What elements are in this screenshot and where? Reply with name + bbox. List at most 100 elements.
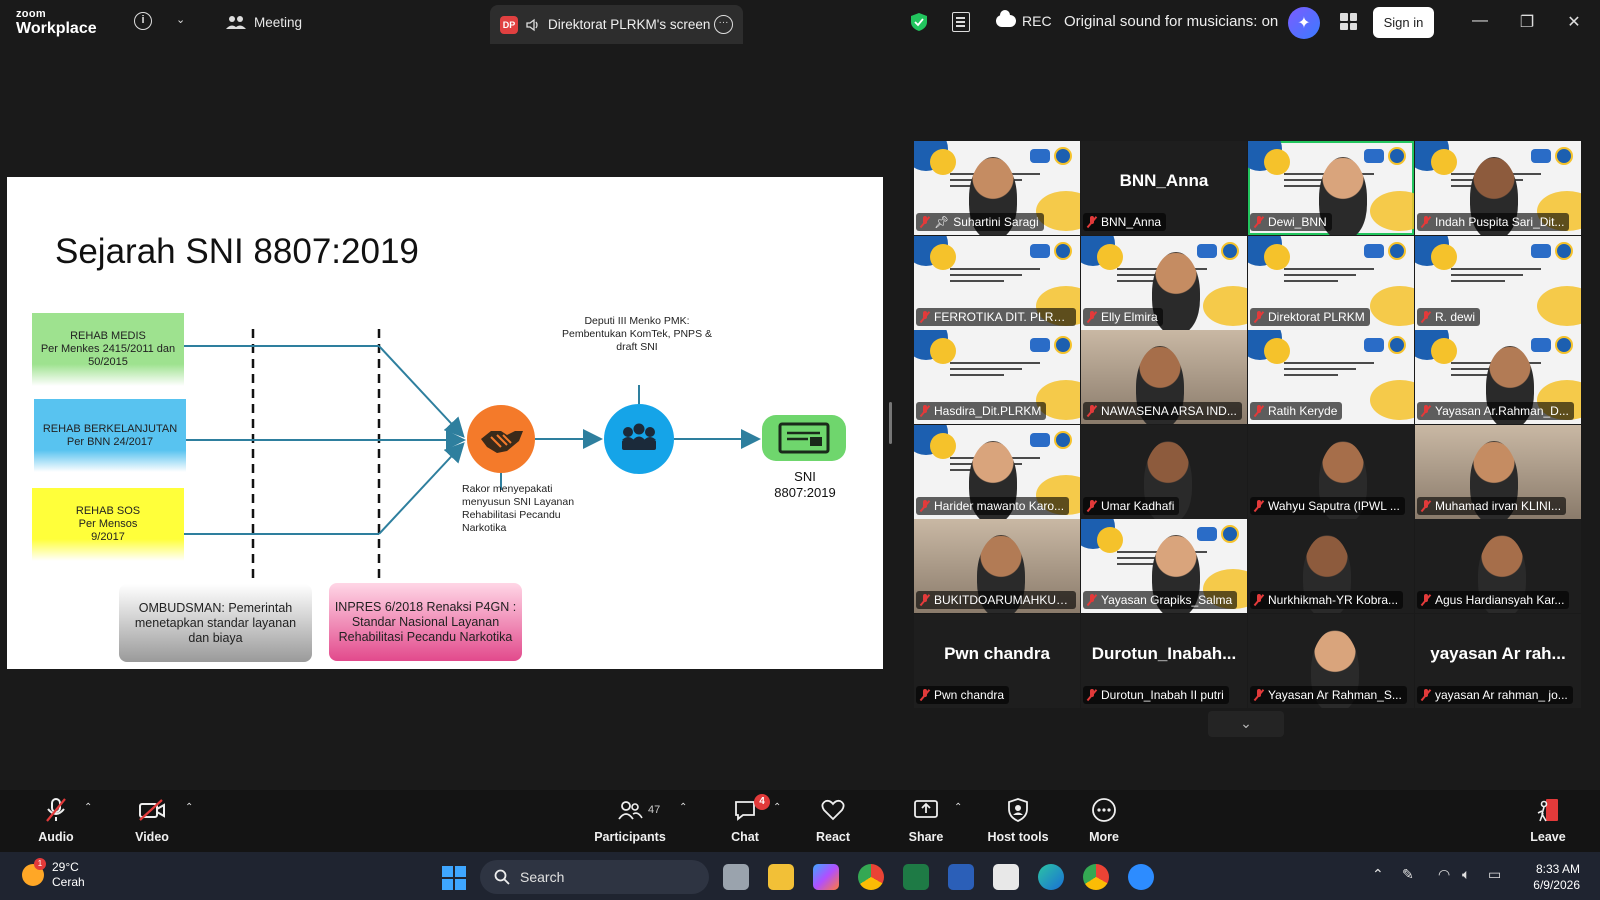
- participant-tile[interactable]: Hasdira_Dit.PLRKM: [914, 330, 1080, 424]
- zoom-logo: zoom Workplace: [16, 9, 97, 37]
- participant-tile[interactable]: Ratih Keryde: [1248, 330, 1414, 424]
- participant-tile[interactable]: Indah Puspita Sari_Dit...: [1415, 141, 1581, 235]
- muted-mic-icon: [921, 688, 929, 701]
- participant-tile[interactable]: Muhamad irvan KLINI...: [1415, 424, 1581, 519]
- notes-icon[interactable]: [952, 12, 970, 32]
- participant-tile[interactable]: 📌︎ Suhartini Saragi: [914, 141, 1080, 235]
- cloud-icon: [996, 10, 1016, 27]
- weather-widget[interactable]: 1 29°C Cerah: [22, 858, 85, 890]
- video-button[interactable]: Video: [128, 796, 176, 844]
- participant-name: Pwn chandra: [934, 687, 1005, 702]
- task-view-icon[interactable]: [723, 864, 749, 890]
- copilot-icon[interactable]: [813, 864, 839, 890]
- chat-button[interactable]: 4 Chat: [728, 794, 770, 844]
- participant-tile[interactable]: NAWASENA ARSA IND...: [1081, 330, 1247, 424]
- share-button[interactable]: Share: [907, 796, 945, 844]
- participant-tile[interactable]: Pwn chandra Pwn chandra: [914, 613, 1080, 708]
- participant-tile[interactable]: Umar Kadhafi: [1081, 424, 1247, 519]
- restore-icon[interactable]: ❐: [1517, 12, 1537, 32]
- participant-tile[interactable]: Elly Elmira: [1081, 235, 1247, 330]
- meeting-group-icon: [604, 404, 674, 474]
- participant-tile[interactable]: Yayasan Ar.Rahman_D...: [1415, 330, 1581, 424]
- participant-tile[interactable]: Agus Hardiansyah Kar...: [1415, 519, 1581, 613]
- participant-tile[interactable]: R. dewi: [1415, 235, 1581, 330]
- participant-tile[interactable]: BNN_Anna BNN_Anna: [1081, 141, 1247, 235]
- minimize-icon[interactable]: —: [1470, 12, 1490, 30]
- participant-name: Indah Puspita Sari_Dit...: [1435, 215, 1565, 229]
- participant-tile[interactable]: Yayasan Grapiks_Salma: [1081, 519, 1247, 613]
- participant-tile[interactable]: Nurkhikmah-YR Kobra...: [1248, 519, 1414, 613]
- system-clock[interactable]: 8:33 AM 6/9/2026: [1510, 861, 1580, 893]
- pin-icon: 📌︎: [934, 215, 950, 229]
- file-explorer-icon[interactable]: [768, 864, 794, 890]
- chrome-profile-icon[interactable]: [1083, 864, 1109, 890]
- volume-icon[interactable]: 🔈︎: [1462, 866, 1470, 883]
- more-options-icon[interactable]: ···: [714, 15, 733, 34]
- participant-tile[interactable]: BUKITDOARUMAHKU_...: [914, 519, 1080, 613]
- view-layout-icon[interactable]: [1340, 13, 1357, 30]
- share-caret-icon[interactable]: ⌃: [954, 802, 962, 813]
- battery-icon[interactable]: ▭: [1488, 866, 1501, 883]
- encryption-shield-icon[interactable]: [910, 12, 928, 32]
- original-sound-status[interactable]: Original sound for musicians: on: [1064, 13, 1278, 30]
- close-icon[interactable]: ✕: [1564, 12, 1584, 32]
- pen-icon[interactable]: ✎: [1402, 866, 1414, 883]
- split-pane-handle[interactable]: [889, 402, 892, 444]
- video-label: Video: [135, 830, 169, 844]
- gallery-scroll-down-icon[interactable]: ⌄: [1208, 711, 1284, 737]
- edge-icon[interactable]: [1038, 864, 1064, 890]
- shared-screen-tab[interactable]: DP Direktorat PLRKM's screen ···: [490, 5, 743, 44]
- muted-mic-icon: [921, 594, 929, 606]
- participant-name: Ratih Keryde: [1268, 404, 1338, 418]
- participant-name: BNN_Anna: [1101, 215, 1162, 229]
- leave-button[interactable]: Leave: [1528, 796, 1568, 844]
- sign-in-button[interactable]: Sign in: [1373, 7, 1434, 38]
- participant-tile[interactable]: Harider mawanto Karo...: [914, 424, 1080, 519]
- participant-tile[interactable]: Dewi_BNN: [1248, 141, 1414, 235]
- ai-companion-icon[interactable]: ✦: [1288, 7, 1320, 39]
- heart-icon: [813, 796, 853, 824]
- word-icon[interactable]: [948, 864, 974, 890]
- audio-options-caret-icon[interactable]: ⌃: [84, 802, 92, 813]
- leave-icon: [1528, 796, 1568, 824]
- store-icon[interactable]: [993, 864, 1019, 890]
- participant-gallery: 📌︎ Suhartini Saragi BNN_Anna BNN_Anna Dewi_B…: [914, 141, 1582, 708]
- muted-mic-icon: [1255, 499, 1263, 512]
- participants-caret-icon[interactable]: ⌃: [679, 802, 687, 813]
- chrome-icon[interactable]: [858, 864, 884, 890]
- muted-mic-icon: [1255, 688, 1263, 701]
- react-label: React: [815, 830, 851, 844]
- participant-name-label: Durotun_Inabah II putri: [1083, 685, 1229, 704]
- chat-caret-icon[interactable]: ⌃: [773, 802, 781, 813]
- chevron-down-icon[interactable]: ⌄: [176, 13, 185, 26]
- taskbar-search[interactable]: Search: [480, 860, 709, 894]
- participant-tile[interactable]: Direktorat PLRKM: [1248, 235, 1414, 330]
- meeting-tab[interactable]: Meeting: [226, 14, 302, 30]
- windows-start-icon[interactable]: [442, 866, 466, 890]
- participant-tile[interactable]: Durotun_Inabah... Durotun_Inabah II putri: [1081, 613, 1247, 708]
- react-button[interactable]: React: [813, 796, 853, 844]
- recording-indicator[interactable]: REC: [996, 10, 1052, 29]
- tray-overflow-icon[interactable]: ⌃: [1372, 866, 1384, 883]
- excel-icon[interactable]: [903, 864, 929, 890]
- audio-button[interactable]: Audio: [36, 796, 76, 844]
- participant-tile[interactable]: Yayasan Ar Rahman_S...: [1248, 613, 1414, 708]
- participant-tile[interactable]: yayasan Ar rah... yayasan Ar rahman_ jo..…: [1415, 613, 1581, 708]
- sni-label: SNI 8807:2019: [774, 469, 836, 500]
- participant-name-label: BUKITDOARUMAHKU_...: [916, 591, 1076, 609]
- logo-text: zoom: [16, 8, 46, 20]
- participant-name: Dewi_BNN: [1268, 215, 1327, 229]
- participant-name-label: Harider mawanto Karo...: [916, 496, 1070, 515]
- participant-name-label: Elly Elmira: [1083, 307, 1163, 326]
- wifi-icon[interactable]: ◠: [1438, 866, 1450, 883]
- zoom-app-icon[interactable]: [1128, 864, 1154, 890]
- video-options-caret-icon[interactable]: ⌃: [185, 802, 193, 813]
- meeting-info-icon[interactable]: i: [134, 12, 152, 30]
- more-button[interactable]: More: [1086, 796, 1122, 844]
- participant-name: Elly Elmira: [1101, 309, 1158, 324]
- temperature: 29°C: [52, 860, 79, 874]
- weather-condition: Cerah: [52, 875, 85, 889]
- host-tools-button[interactable]: Host tools: [985, 796, 1051, 844]
- participant-tile[interactable]: FERROTIKA DIT. PLRKM: [914, 235, 1080, 330]
- participant-tile[interactable]: Wahyu Saputra (IPWL ...: [1248, 424, 1414, 519]
